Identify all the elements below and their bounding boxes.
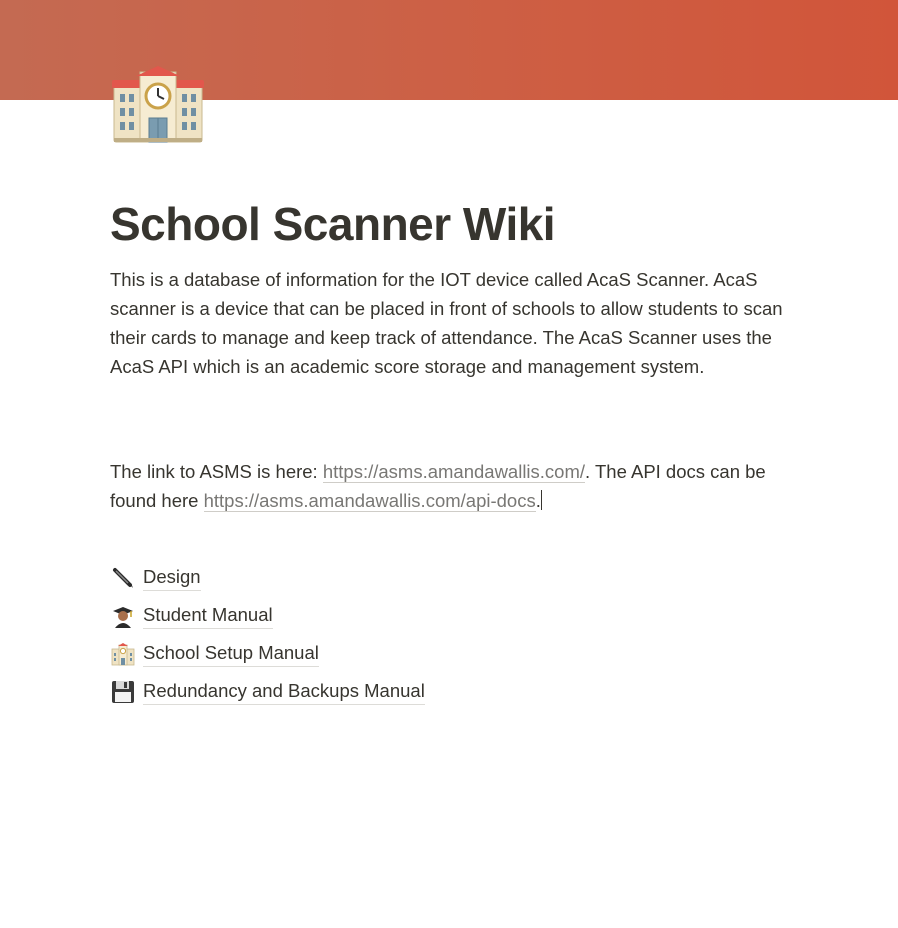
subpage-label: Student Manual bbox=[143, 603, 273, 629]
subpage-student-manual[interactable]: Student Manual bbox=[110, 597, 710, 635]
intro-paragraph[interactable]: This is a database of information for th… bbox=[110, 265, 790, 381]
student-icon bbox=[110, 604, 136, 628]
asms-link[interactable]: https://asms.amandawallis.com/ bbox=[322, 461, 586, 483]
api-docs-link[interactable]: https://asms.amandawallis.com/api-docs bbox=[203, 490, 536, 512]
subpage-label: School Setup Manual bbox=[143, 641, 319, 667]
subpage-label: Redundancy and Backups Manual bbox=[143, 679, 425, 705]
floppy-disk-icon bbox=[110, 680, 136, 704]
subpage-design[interactable]: Design bbox=[110, 559, 710, 597]
subpage-list: Design Student Manual School Setup Manua… bbox=[110, 559, 710, 711]
subpage-school-setup-manual[interactable]: School Setup Manual bbox=[110, 635, 710, 673]
subpage-label: Design bbox=[143, 565, 201, 591]
subpage-redundancy-backups-manual[interactable]: Redundancy and Backups Manual bbox=[110, 673, 710, 711]
school-icon bbox=[110, 642, 136, 666]
pen-icon bbox=[110, 566, 136, 590]
page-title[interactable]: School Scanner Wiki bbox=[110, 196, 556, 252]
school-building-icon[interactable] bbox=[110, 66, 206, 146]
links-prefix-text: The link to ASMS is here: bbox=[110, 461, 323, 482]
text-cursor bbox=[540, 490, 542, 510]
links-paragraph[interactable]: The link to ASMS is here: https://asms.a… bbox=[110, 457, 790, 515]
